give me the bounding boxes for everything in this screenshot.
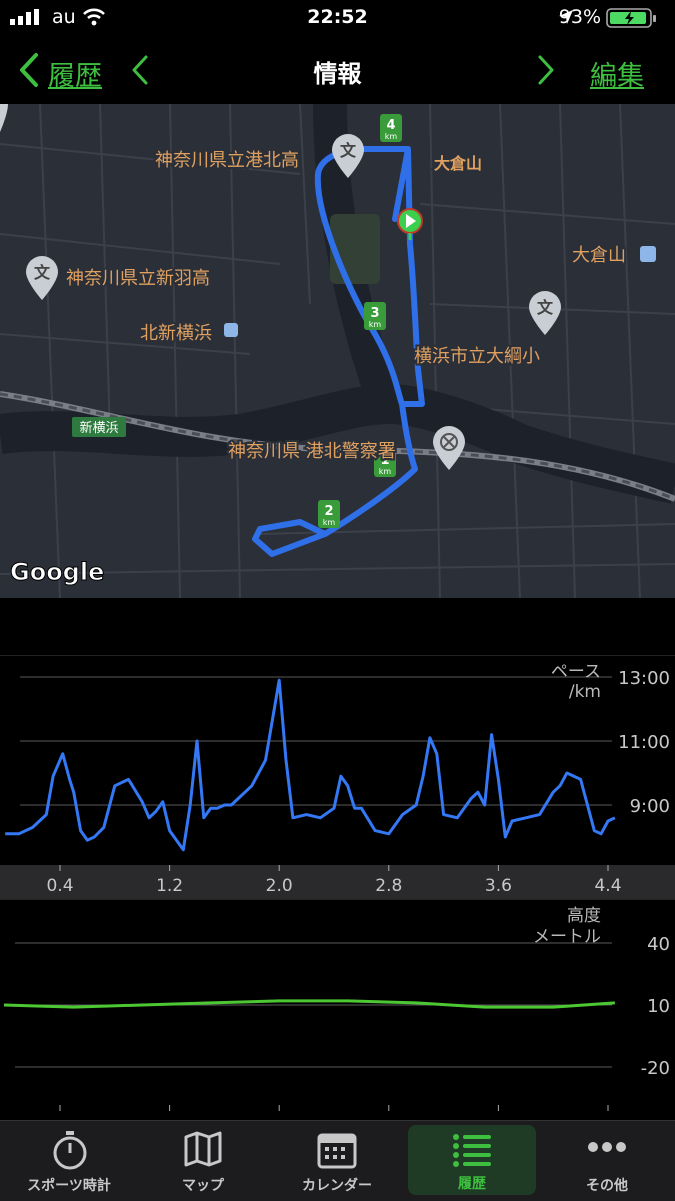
- edit-button[interactable]: 編集: [590, 54, 644, 93]
- nav-bar: 履歴 情報 編集: [0, 36, 675, 104]
- svg-text:文: 文: [34, 263, 51, 282]
- map-label-school-nippa: 神奈川県立新羽高: [66, 268, 210, 289]
- elevation-axis-title: 高度: [567, 906, 601, 926]
- tab-history-label: 履歴: [458, 1176, 486, 1192]
- tab-sports-watch-label: スポーツ時計: [27, 1178, 111, 1194]
- tab-sports-watch[interactable]: スポーツ時計: [5, 1121, 133, 1201]
- route-map[interactable]: 文 文 文 4 km 3 km 1 km 2 km 神奈川県立港北高 神奈川県立…: [0, 104, 675, 598]
- pace-y-tick: 13:00: [618, 668, 670, 689]
- x-tick-label: 3.6: [485, 876, 512, 896]
- elevation-y-tick: 10: [647, 996, 670, 1017]
- station-icon: [640, 246, 656, 262]
- pace-axis-title: ペース: [551, 662, 601, 682]
- pin-icon: [0, 104, 8, 132]
- more-icon: [588, 1142, 626, 1152]
- station-icon: [224, 323, 238, 337]
- distance-axis: 0.4 1.2 2.0 2.8 3.6 4.4: [0, 865, 675, 899]
- km-marker-3: 3 km: [364, 302, 386, 330]
- map-canvas: 文 文 文 4 km 3 km 1 km 2 km 神奈川県立港北高 神奈川県立…: [0, 104, 675, 598]
- svg-text:2: 2: [324, 504, 333, 519]
- x-tick-label: 1.2: [156, 876, 183, 896]
- tab-more-label: その他: [586, 1178, 628, 1194]
- map-label-shinyokohama: 新横浜: [79, 420, 118, 436]
- pace-series-line: [5, 678, 616, 852]
- x-tick-label: 2.8: [375, 876, 402, 896]
- svg-text:3: 3: [370, 306, 379, 321]
- x-tick-label: 4.4: [594, 876, 621, 896]
- map-label-school-kohoku: 神奈川県立港北高: [155, 150, 299, 171]
- page-title: 情報: [313, 60, 362, 88]
- list-icon: [453, 1134, 491, 1167]
- tab-calendar[interactable]: カレンダー: [273, 1121, 401, 1201]
- map-label-police: 神奈川県 港北警察署: [228, 441, 396, 462]
- stopwatch-icon: [53, 1131, 87, 1170]
- km-marker-2: 2 km: [318, 500, 340, 528]
- map-label-kitashinyokohama: 北新横浜: [140, 323, 212, 344]
- map-label-okurayama: 大倉山: [434, 154, 482, 173]
- map-label-okurayama-station: 大倉山: [572, 245, 626, 266]
- school-pin-icon: 文: [26, 256, 58, 300]
- pace-y-tick: 9:00: [630, 796, 670, 817]
- map-label-school-otsuna: 横浜市立大綱小: [414, 346, 540, 367]
- pace-y-tick: 11:00: [618, 732, 670, 753]
- tab-history[interactable]: 履歴: [408, 1125, 536, 1195]
- svg-text:km: km: [369, 320, 382, 329]
- map-icon: [184, 1131, 222, 1167]
- svg-text:文: 文: [340, 141, 357, 160]
- pace-chart: ペース /km 13:00 11:00 9:00: [0, 654, 675, 865]
- tab-bar: スポーツ時計 マップ カレンダー 履歴 その他: [0, 1120, 675, 1201]
- x-tick-label: 2.0: [266, 876, 293, 896]
- x-tick-label: 0.4: [46, 876, 73, 896]
- pace-axis-unit: /km: [569, 682, 601, 702]
- svg-text:km: km: [385, 132, 398, 141]
- tab-more[interactable]: その他: [543, 1121, 671, 1201]
- elevation-axis-unit: メートル: [533, 927, 601, 947]
- tab-map[interactable]: マップ: [139, 1121, 267, 1201]
- battery-icon: [606, 8, 656, 28]
- start-marker-icon: [397, 208, 423, 240]
- tab-map-label: マップ: [182, 1178, 224, 1194]
- elevation-y-tick: -20: [641, 1058, 670, 1079]
- svg-text:km: km: [323, 518, 336, 527]
- svg-text:km: km: [379, 467, 392, 476]
- battery-percent: 93%: [558, 6, 601, 28]
- elevation-series-line: [3, 999, 616, 1009]
- status-bar: au 22:52 93%: [0, 0, 675, 36]
- next-icon[interactable]: [534, 54, 556, 86]
- tab-calendar-label: カレンダー: [302, 1178, 372, 1194]
- google-attribution: Google: [10, 558, 104, 586]
- calendar-icon: [317, 1133, 357, 1169]
- school-pin-icon: 文: [529, 291, 561, 335]
- svg-text:4: 4: [386, 118, 395, 133]
- elevation-y-tick: 40: [647, 934, 670, 955]
- elevation-chart: 高度 メートル 40 10 -20: [0, 898, 675, 1111]
- svg-text:文: 文: [537, 298, 554, 317]
- km-marker-4: 4 km: [380, 114, 402, 142]
